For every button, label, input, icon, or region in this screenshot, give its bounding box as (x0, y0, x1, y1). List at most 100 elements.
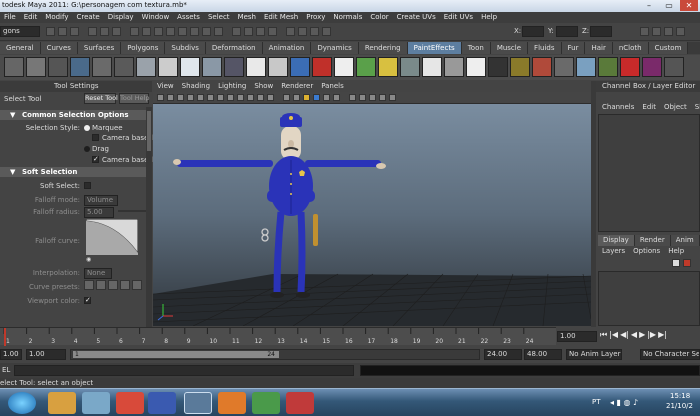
tab-subdivs[interactable]: Subdivs (165, 42, 206, 54)
mel-input[interactable] (14, 365, 354, 376)
range-bar-track[interactable]: 1 24 (70, 349, 480, 360)
curve-icon[interactable] (166, 27, 175, 36)
layer-menu-options[interactable]: Options (629, 246, 664, 257)
firefox-taskbar-icon[interactable] (218, 392, 246, 414)
camera-based-checkbox-1[interactable] (92, 134, 99, 141)
menu-help[interactable]: Help (477, 12, 501, 23)
new-layer-icon[interactable] (672, 259, 680, 267)
soft-select-checkbox[interactable] (84, 182, 91, 189)
scrollbar-thumb[interactable] (147, 111, 151, 151)
language-indicator[interactable]: PT (592, 398, 601, 406)
sky-brush-icon[interactable] (158, 57, 178, 77)
end-time-field[interactable]: 48.00 (524, 349, 562, 360)
glow-brush-icon[interactable] (268, 57, 288, 77)
maximize-button[interactable]: ▭ (660, 0, 678, 11)
close-button[interactable]: ✕ (680, 0, 698, 11)
snap-point-icon[interactable] (256, 27, 265, 36)
smoke-brush-icon[interactable] (180, 57, 200, 77)
isolate-select-icon[interactable] (349, 94, 356, 101)
menu-mesh[interactable]: Mesh (234, 12, 260, 23)
menu-proxy[interactable]: Proxy (302, 12, 329, 23)
range-end-field[interactable]: 24.00 (484, 349, 522, 360)
menu-create-uvs[interactable]: Create UVs (393, 12, 440, 23)
menu-create[interactable]: Create (72, 12, 103, 23)
handle-icon[interactable] (142, 27, 151, 36)
preset-4-icon[interactable] (120, 280, 130, 290)
ice-brush-icon[interactable] (576, 57, 596, 77)
menu-edit[interactable]: Edit (20, 12, 42, 23)
menuset-dropdown[interactable]: gons (0, 26, 40, 37)
use-default-lights-icon[interactable] (303, 94, 310, 101)
backface-icon[interactable] (379, 94, 386, 101)
cotton-brush-icon[interactable] (422, 57, 442, 77)
layer-editor-toggle-icon[interactable] (676, 27, 685, 36)
tool-settings-scrollbar[interactable] (146, 107, 152, 327)
menu-assets[interactable]: Assets (173, 12, 204, 23)
cb-menu-show[interactable]: Show (691, 101, 700, 113)
channel-box-area[interactable] (598, 114, 700, 232)
explorer-taskbar-icon[interactable] (48, 392, 76, 414)
start-time-field[interactable]: 1.00 (0, 349, 22, 360)
snap-grid-icon[interactable] (232, 27, 241, 36)
falloff-radius-field[interactable]: 5.00 (84, 207, 114, 218)
clock-date[interactable]: 21/10/2 (666, 402, 693, 410)
camera-based-checkbox-2[interactable] (92, 155, 99, 163)
snap-curve-icon[interactable] (244, 27, 253, 36)
tab-render-layers[interactable]: Render (634, 235, 671, 246)
snow-brush-icon[interactable] (246, 57, 266, 77)
stroke-icon[interactable] (70, 57, 90, 77)
water-brush-icon[interactable] (290, 57, 310, 77)
high-quality-icon[interactable] (389, 94, 396, 101)
neon-brush-icon[interactable] (664, 57, 684, 77)
range-start-field[interactable]: 1.00 (26, 349, 66, 360)
sketch-brush-icon[interactable] (466, 57, 486, 77)
vp-menu-shading[interactable]: Shading (178, 81, 214, 92)
leaf-brush-icon[interactable] (356, 57, 376, 77)
menu-file[interactable]: File (0, 12, 20, 23)
current-frame-field[interactable]: 1.00 (557, 331, 597, 342)
step-back-key-icon[interactable]: |◀ (609, 330, 618, 344)
menu-color[interactable]: Color (366, 12, 392, 23)
x-field[interactable] (522, 26, 544, 37)
all-lights-icon[interactable] (323, 94, 330, 101)
field-chart-icon[interactable] (247, 94, 254, 101)
tab-hair[interactable]: Hair (585, 42, 613, 54)
ink-brush-icon[interactable] (488, 57, 508, 77)
y-field[interactable] (556, 26, 578, 37)
smooth-shade-icon[interactable] (293, 94, 300, 101)
menu-edit-mesh[interactable]: Edit Mesh (260, 12, 302, 23)
messenger-taskbar-icon[interactable] (148, 392, 176, 414)
layer-menu-help[interactable]: Help (664, 246, 688, 257)
range-bar-handle[interactable]: 1 24 (73, 351, 279, 358)
select-object-icon[interactable] (100, 27, 109, 36)
tab-polygons[interactable]: Polygons (121, 42, 166, 54)
xray-icon[interactable] (359, 94, 366, 101)
camera-attr-icon[interactable] (167, 94, 174, 101)
chrome-taskbar-icon[interactable] (116, 392, 144, 414)
vine-brush-icon[interactable] (598, 57, 618, 77)
vp-menu-renderer[interactable]: Renderer (277, 81, 317, 92)
cb-menu-channels[interactable]: Channels (598, 101, 638, 113)
channel-box-toggle-icon[interactable] (640, 27, 649, 36)
menu-display[interactable]: Display (104, 12, 138, 23)
menu-modify[interactable]: Modify (41, 12, 72, 23)
preset-2-icon[interactable] (96, 280, 106, 290)
minimize-button[interactable]: – (640, 0, 658, 11)
tab-rendering[interactable]: Rendering (358, 42, 408, 54)
render-settings-icon[interactable] (322, 27, 331, 36)
current-time-marker[interactable] (4, 328, 6, 346)
tool-settings-toggle-icon[interactable] (664, 27, 673, 36)
tool-help-button[interactable]: Tool Help (119, 93, 150, 104)
layer-list[interactable] (598, 271, 700, 326)
play-back-icon[interactable]: ◀ (631, 330, 637, 344)
falloff-mode-dropdown[interactable]: Volume (84, 195, 118, 206)
tab-fur[interactable]: Fur (561, 42, 586, 54)
viewport-canvas[interactable] (153, 104, 591, 326)
mask-icon[interactable] (130, 27, 139, 36)
preset-1-icon[interactable] (84, 280, 94, 290)
fire-brush-icon[interactable] (312, 57, 332, 77)
paint-tool-icon[interactable] (26, 57, 46, 77)
mist-brush-icon[interactable] (202, 57, 222, 77)
character-model[interactable] (173, 113, 386, 298)
share-brush-icon[interactable] (114, 57, 134, 77)
